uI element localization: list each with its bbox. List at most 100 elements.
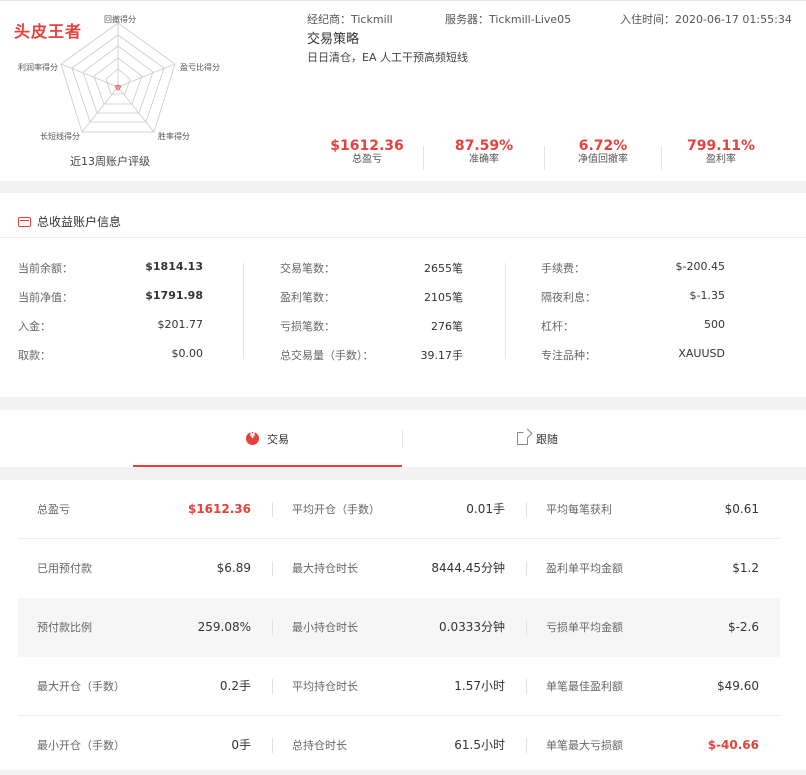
info-value-deposit: $201.77	[157, 318, 204, 331]
info-value-volume: 39.17手	[420, 349, 464, 362]
stat-label: 最大开仓（手数）	[37, 680, 125, 693]
info-label-loss-trades: 亏损笔数：	[280, 320, 335, 333]
tab-follow-label: 跟随	[536, 432, 558, 446]
info-value-win-trades: 2105笔	[424, 291, 463, 304]
info-value-leverage: 500	[704, 318, 725, 331]
table-row: 最大开仓（手数） 0.2手 平均持仓时长 1.57小时 单笔最佳盈利额 $49.…	[18, 657, 780, 716]
info-label-volume: 总交易量（手数）：	[280, 349, 374, 362]
stat-value: 1.57小时	[454, 679, 505, 693]
stat-value: $1.2	[732, 561, 759, 575]
stat-value: $-40.66	[707, 738, 759, 752]
section-divider	[0, 237, 806, 238]
info-label-withdraw: 取款：	[18, 349, 51, 362]
tab-trade-label: 交易	[267, 432, 289, 446]
account-info-card: 总收益账户信息 当前余额： $1814.13 当前净值： $1791.98 入金…	[0, 193, 806, 397]
cell-divider	[272, 561, 273, 576]
radar-chart	[60, 22, 176, 133]
kpi-label: 净值回撤率	[578, 154, 628, 165]
stat-value: 61.5小时	[454, 738, 505, 752]
stat-label: 亏损单平均金额	[546, 621, 623, 634]
stat-label: 平均持仓时长	[292, 680, 358, 693]
stat-value: 0.0333分钟	[439, 620, 505, 634]
kpi-value: 799.11%	[686, 138, 756, 154]
section-title: 总收益账户信息	[37, 215, 122, 229]
kpi-label: 准确率	[469, 154, 499, 165]
cell-divider	[272, 738, 273, 753]
stat-value: $49.60	[717, 679, 759, 693]
radar-caption: 近13周账户评级	[70, 155, 150, 168]
stat-value: $0.61	[724, 502, 759, 516]
radar-label-profit-rate: 利润率得分	[18, 63, 58, 72]
section-header: 总收益账户信息	[18, 213, 121, 230]
kpi-value: 6.72%	[578, 138, 628, 154]
info-label-fee: 手续费：	[541, 262, 585, 275]
info-value-equity: $1791.98	[145, 289, 203, 302]
stat-label: 盈利单平均金额	[546, 562, 623, 575]
info-value-withdraw: $0.00	[171, 347, 204, 360]
kpi-divider	[544, 146, 545, 170]
stat-label: 总持仓时长	[292, 739, 347, 752]
stat-value: 259.08%	[197, 620, 251, 634]
info-value-fee: $-200.45	[675, 260, 725, 273]
stat-label: 单笔最佳盈利额	[546, 680, 623, 693]
active-tab-indicator	[133, 465, 402, 467]
strategy-description: 日日清仓，EA 人工干预高频短线	[307, 51, 468, 64]
table-row: 总盈亏 $1612.36 平均开仓（手数） 0.01手 平均每笔获利 $0.61	[18, 480, 780, 539]
table-row: 最小开仓（手数） 0手 总持仓时长 61.5小时 单笔最大亏损额 $-40.66	[18, 716, 780, 775]
info-label-balance: 当前余额：	[18, 262, 73, 275]
table-row: 预付款比例 259.08% 最小持仓时长 0.0333分钟 亏损单平均金额 $-…	[18, 598, 780, 657]
cell-divider	[272, 502, 273, 517]
wallet-icon	[18, 216, 31, 227]
info-value-loss-trades: 276笔	[431, 320, 463, 333]
kpi-value: 87.59%	[454, 138, 514, 154]
stat-value: $-2.6	[727, 620, 759, 634]
kpi-divider	[661, 146, 662, 170]
stat-value: 0手	[231, 738, 251, 752]
tab-follow[interactable]: 跟随	[403, 410, 672, 467]
table-row: 已用预付款 $6.89 最大持仓时长 8444.45分钟 盈利单平均金额 $1.…	[18, 539, 780, 598]
radar-label-pl-ratio: 盈亏比得分	[180, 63, 220, 72]
cell-divider	[526, 620, 527, 635]
kpi-label: 总盈亏	[352, 154, 382, 165]
info-value-balance: $1814.13	[145, 260, 203, 273]
kpi-label: 盈利率	[706, 154, 736, 165]
account-summary-card: 头皮王者 回撤得分 盈亏比得分 胜率得分 长短线得分 利润率得分 近13周账户评…	[0, 0, 806, 181]
stat-value: $1612.36	[187, 502, 251, 516]
trade-stats-card: 总盈亏 $1612.36 平均开仓（手数） 0.01手 平均每笔获利 $0.61…	[0, 480, 806, 770]
stat-label: 最小持仓时长	[292, 621, 358, 634]
stat-label: 单笔最大亏损额	[546, 739, 623, 752]
info-label-win-trades: 盈利笔数：	[280, 291, 335, 304]
share-icon	[517, 432, 528, 445]
cell-divider	[526, 502, 527, 517]
info-value-trades: 2655笔	[424, 262, 463, 275]
stat-label: 总盈亏	[37, 503, 70, 516]
server-text: 服务器：Tickmill-Live05	[445, 13, 572, 26]
stat-label: 预付款比例	[37, 621, 92, 634]
radar-label-drawdown: 回撤得分	[104, 15, 136, 24]
info-label-symbol: 专注品种：	[541, 349, 596, 362]
strategy-title: 交易策略	[307, 32, 360, 47]
join-time-text: 入住时间：2020-06-17 01:55:34	[620, 13, 792, 26]
info-label-trades: 交易笔数：	[280, 262, 335, 275]
yuan-coin-icon	[246, 431, 259, 445]
column-divider	[243, 263, 244, 359]
tab-trade[interactable]: 交易	[133, 410, 402, 467]
stat-label: 最小开仓（手数）	[37, 739, 125, 752]
info-value-symbol: XAUUSD	[678, 347, 725, 360]
stat-value: 8444.45分钟	[431, 561, 505, 575]
stat-value: 0.2手	[219, 679, 251, 693]
kpi-divider	[423, 146, 424, 170]
kpi-drawdown: 6.72% 净值回撤率	[548, 139, 658, 166]
info-label-deposit: 入金：	[18, 320, 51, 333]
stat-label: 平均开仓（手数）	[292, 503, 380, 516]
kpi-profit-rate: 799.11% 盈利率	[666, 139, 776, 166]
kpi-value: $1612.36	[330, 138, 404, 154]
info-value-swap: $-1.35	[689, 289, 725, 302]
cell-divider	[526, 679, 527, 694]
cell-divider	[272, 620, 273, 635]
stat-value: $6.89	[216, 561, 251, 575]
stat-label: 最大持仓时长	[292, 562, 358, 575]
info-label-swap: 隔夜利息：	[541, 291, 596, 304]
column-divider	[505, 263, 506, 359]
stat-label: 平均每笔获利	[546, 503, 612, 516]
